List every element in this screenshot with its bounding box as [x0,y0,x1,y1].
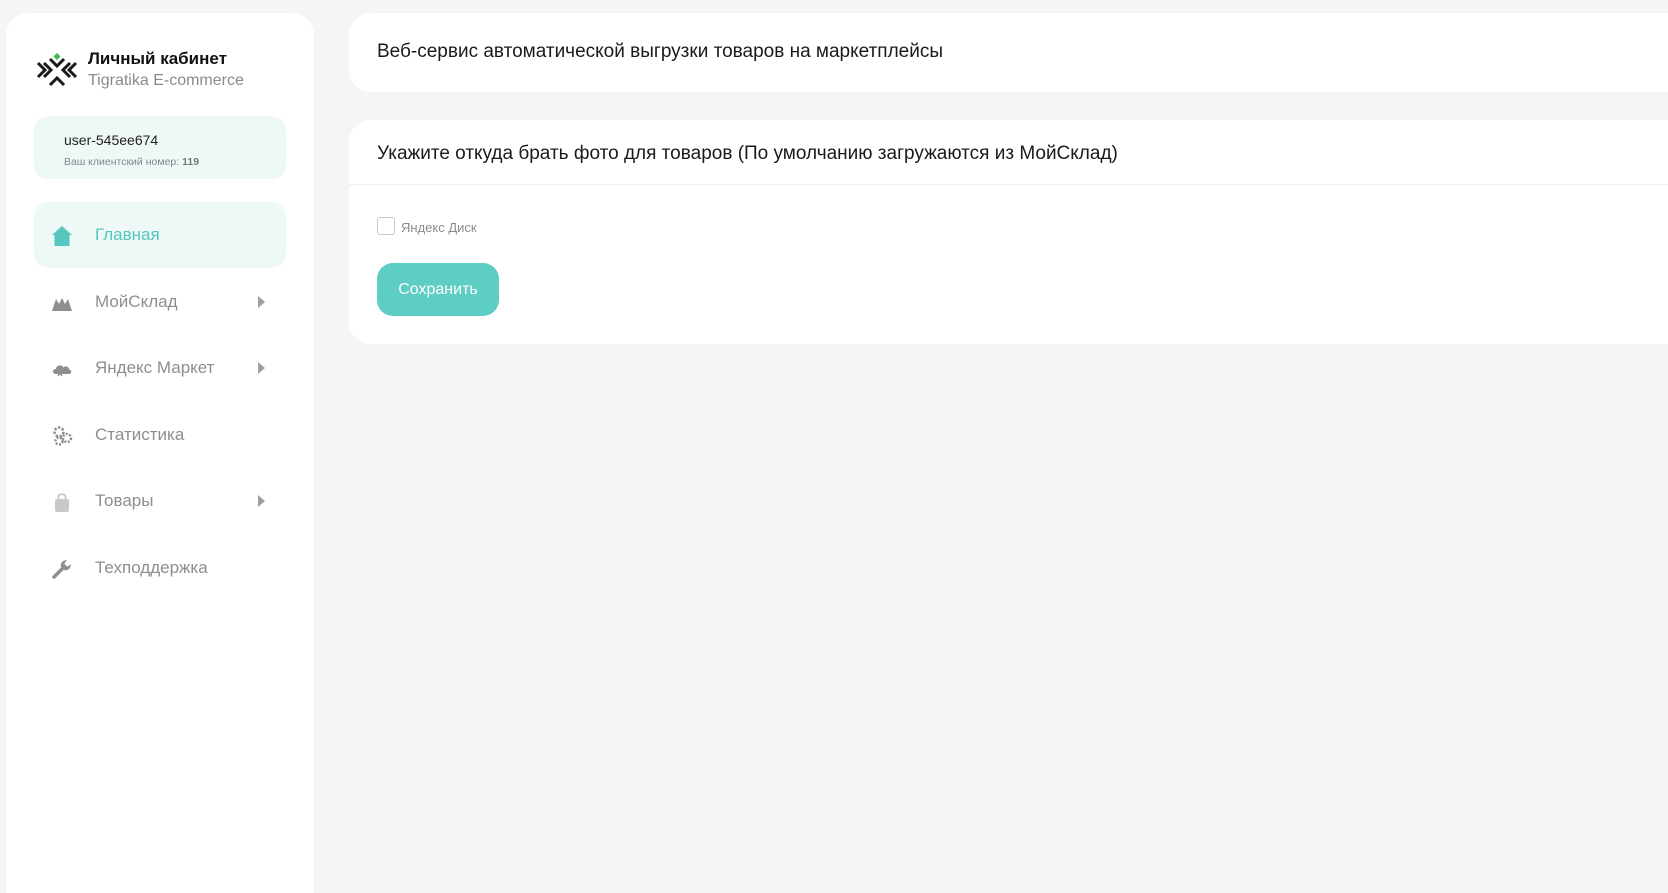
user-name: user-545ee674 [64,132,159,148]
chevron-right-icon[interactable] [258,295,265,308]
wrench-icon [52,560,71,579]
sidebar-item-yandex-market[interactable]: Яндекс Маркет [34,335,286,401]
sidebar-item-label: Статистика [95,424,185,444]
sidebar-item-support[interactable]: Техподдержка [34,535,286,601]
sidebar-item-label: МойСклад [95,291,178,311]
yandex-disk-checkbox[interactable] [377,217,395,235]
page-header-card: Веб-сервис автоматической выгрузки товар… [349,13,1668,92]
sidebar-item-label: Техподдержка [95,557,208,577]
sidebar-item-products[interactable]: Товары [34,468,286,534]
chevron-right-icon[interactable] [258,495,265,508]
brand[interactable]: Личный кабинет Tigratika E-commerce [36,47,296,97]
user-card: user-545ee674 Ваш клиентский номер: 119 [34,116,286,179]
divider [349,184,1668,185]
sidebar-item-moysklad[interactable]: МойСклад [34,269,286,335]
client-number-line: Ваш клиентский номер: 119 [64,156,199,168]
sidebar-item-home[interactable]: Главная [34,202,286,268]
brand-title: Личный кабинет [88,49,227,68]
mountains-icon [52,297,72,311]
photo-source-card: Укажите откуда брать фото для товаров (П… [349,120,1668,344]
save-button[interactable]: Сохранить [377,263,499,316]
sidebar: Личный кабинет Tigratika E-commerce user… [6,13,314,893]
cloud-icon [53,365,72,377]
home-icon [52,226,72,246]
sidebar-nav: Главная МойСклад Яндекс Маркет Статистик… [34,202,286,602]
sidebar-item-label: Яндекс Маркет [95,358,215,378]
shopping-bag-icon [55,493,69,513]
sidebar-item-statistics[interactable]: Статистика [34,402,286,468]
sidebar-item-label: Главная [95,225,160,244]
yandex-disk-label: Яндекс Диск [401,220,477,235]
cogs-icon [53,426,73,446]
tigratika-logo-icon [36,53,78,87]
client-number-label: Ваш клиентский номер: [64,156,180,168]
chevron-right-icon[interactable] [258,362,265,375]
page-title: Веб-сервис автоматической выгрузки товар… [377,41,944,62]
client-number-value: 119 [182,156,200,168]
brand-subtitle: Tigratika E-commerce [88,72,244,89]
photo-source-title: Укажите откуда брать фото для товаров (П… [377,143,1118,164]
sidebar-item-label: Товары [95,491,154,511]
